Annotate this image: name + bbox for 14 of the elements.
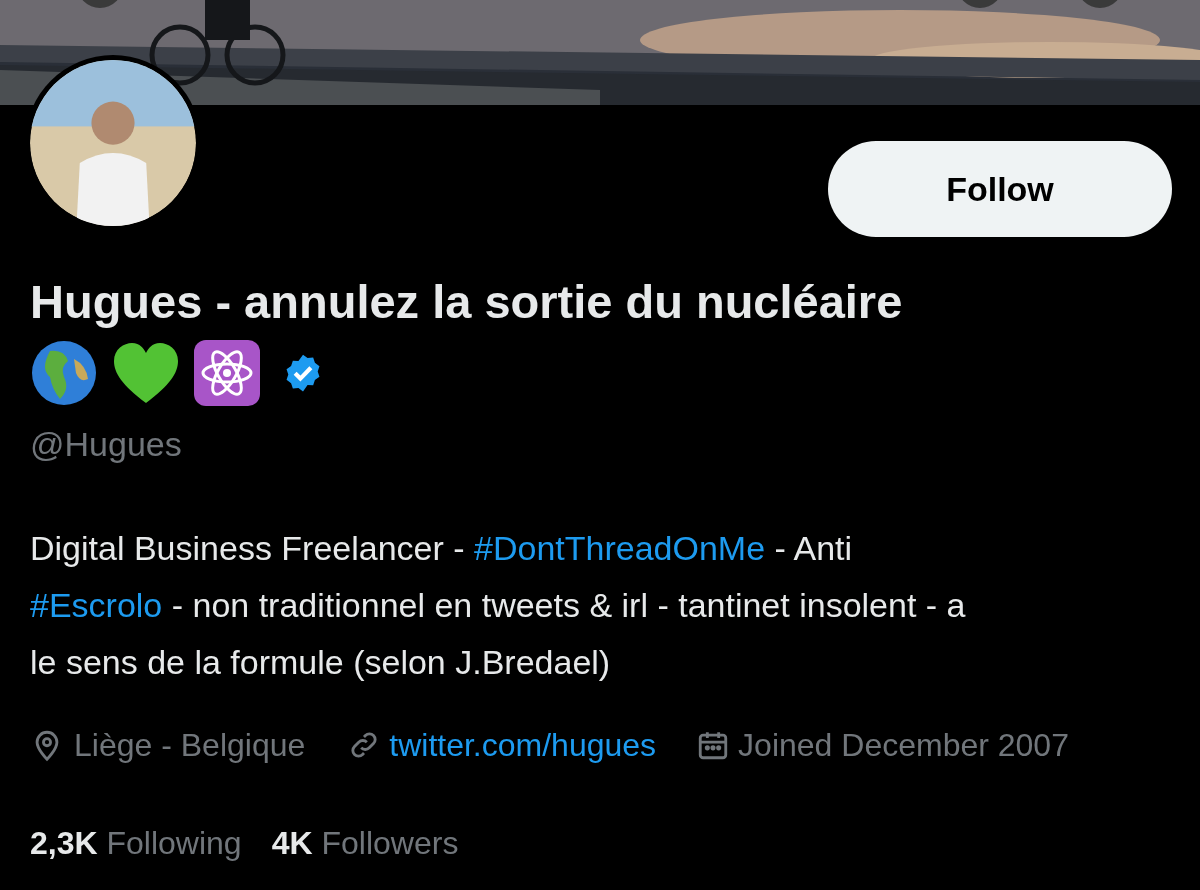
display-name: Hugues - annulez la sortie du nucléaire (30, 274, 904, 330)
hashtag-link[interactable]: #DontThreadOnMe (474, 529, 766, 567)
globe-icon (30, 339, 98, 407)
website-link[interactable]: twitter.com/hugues (389, 721, 657, 769)
heart-icon (112, 341, 180, 405)
atom-icon (194, 340, 260, 406)
follow-count-link[interactable]: 4K Followers (271, 819, 459, 867)
joined-date: Joined December 2007 (738, 726, 1069, 765)
follow-button[interactable]: Follow (828, 141, 1172, 237)
hashtag-link[interactable]: #Escrolo (30, 586, 163, 624)
handle: @Hugues (30, 424, 183, 465)
follow-count-link[interactable]: 2,3K Following (30, 819, 242, 867)
bio-text: Digital Business Freelancer - #DontThreadOnMe - Anti #Escrolo - non traditionnel en tweets & irl - tantinet insolent - a le sens de la formule (selon J.Bredael) (30, 528, 967, 683)
location-text: Liège - Belgique (74, 726, 306, 765)
